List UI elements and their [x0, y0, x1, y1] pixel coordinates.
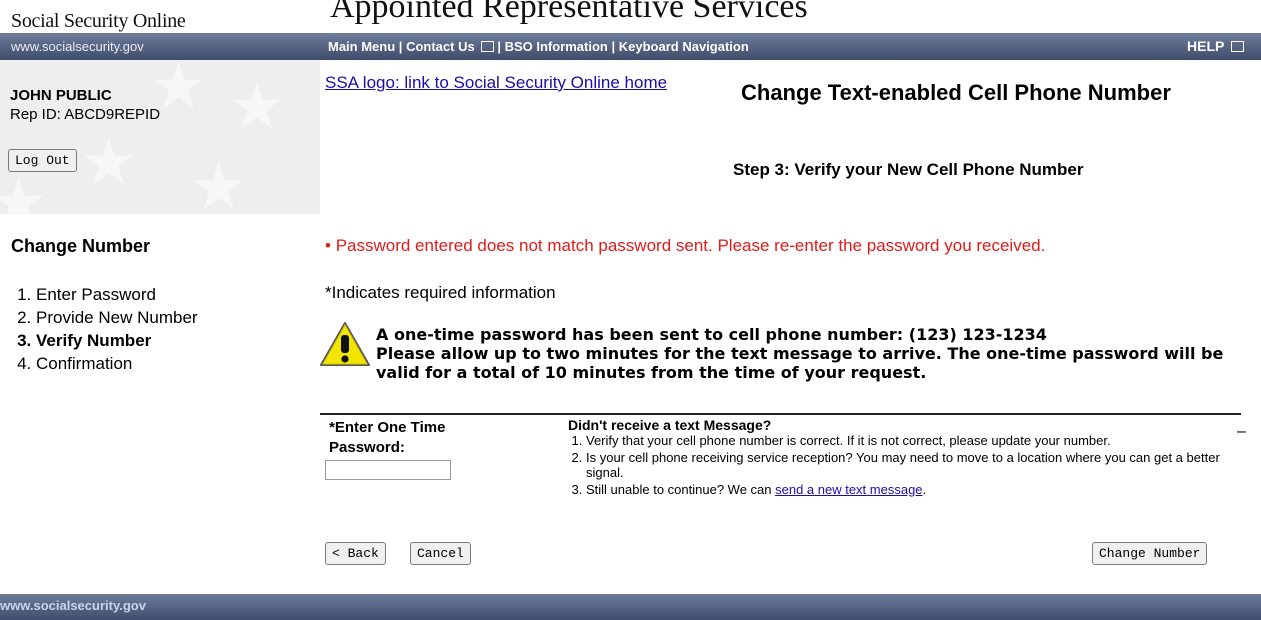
app-title: Appointed Representative Services	[330, 0, 808, 25]
nav-main-menu[interactable]: Main Menu	[328, 39, 395, 54]
required-note: *Indicates required information	[325, 283, 556, 302]
star-decoration-icon: ★	[228, 70, 286, 142]
help-item: Still unable to continue? We can send a …	[586, 482, 1226, 498]
otp-label-line-1: *Enter One Time	[329, 419, 446, 436]
otp-label-line-2: Password:	[329, 439, 405, 456]
otp-input[interactable]	[325, 460, 451, 480]
warning-icon	[320, 322, 370, 366]
external-link-icon	[1231, 41, 1244, 52]
error-message: • Password entered does not match passwo…	[325, 236, 1045, 256]
otp-label: *Enter One Time Password:	[329, 418, 445, 458]
star-decoration-icon: ★	[190, 151, 248, 214]
help-item: Is your cell phone receiving service rec…	[586, 450, 1226, 481]
rep-id: Rep ID: ABCD9REPID	[10, 106, 161, 123]
help-label: HELP	[1187, 38, 1225, 54]
site-url[interactable]: www.socialsecurity.gov	[11, 39, 144, 54]
ssa-logo-link[interactable]: SSA logo: link to Social Security Online…	[325, 73, 667, 93]
collapse-toggle[interactable]: –	[1237, 423, 1246, 441]
top-nav-bar: www.socialsecurity.gov Main Menu | Conta…	[0, 33, 1261, 60]
help-item-text: Still unable to continue? We can	[586, 481, 776, 497]
star-decoration-icon: ★	[80, 126, 138, 198]
step-item-enter-password: Enter Password	[36, 283, 198, 306]
help-item-suffix: .	[922, 481, 927, 497]
warning-line-1: A one-time password has been sent to cel…	[376, 325, 1047, 344]
step-title: Step 3: Verify your New Cell Phone Numbe…	[733, 160, 1084, 179]
user-name: JOHN PUBLIC	[10, 87, 112, 104]
warning-line-2: Please allow up to two minutes for the t…	[376, 344, 1224, 382]
footer-url[interactable]: www.socialsecurity.gov	[0, 598, 146, 613]
nav-separator: |	[611, 39, 616, 54]
change-number-button[interactable]: Change Number	[1092, 542, 1208, 565]
footer-bar: www.socialsecurity.gov	[0, 594, 1261, 620]
cancel-button[interactable]: Cancel	[410, 542, 471, 565]
back-button[interactable]: < Back	[325, 542, 386, 565]
form-divider	[320, 413, 1241, 415]
nav-separator: |	[497, 39, 501, 54]
bullet-icon: •	[325, 236, 336, 255]
logout-button[interactable]: Log Out	[8, 149, 77, 172]
help-item: Verify that your cell phone number is co…	[586, 433, 1226, 449]
nav-links: Main Menu | Contact Us | BSO Information…	[328, 39, 749, 54]
step-item-provide-new-number: Provide New Number	[36, 306, 198, 329]
site-name: Social Security Online	[11, 10, 186, 32]
step-item-confirmation: Confirmation	[36, 352, 198, 375]
nav-bso-information[interactable]: BSO Information	[505, 39, 608, 54]
help-heading: Didn't receive a text Message?	[568, 417, 772, 433]
help-list: Verify that your cell phone number is co…	[552, 433, 1226, 498]
send-new-text-link[interactable]: send a new text message	[775, 482, 922, 497]
user-panel: ★ ★ ★ ★ ★ JOHN PUBLIC Rep ID: ABCD9REPID…	[0, 60, 320, 214]
external-link-icon	[481, 41, 495, 52]
warning-message: A one-time password has been sent to cel…	[376, 325, 1246, 382]
nav-separator: |	[398, 39, 403, 54]
error-text: Password entered does not match password…	[335, 236, 1046, 255]
help-link[interactable]: HELP	[1187, 38, 1247, 54]
step-item-verify-number: Verify Number	[36, 329, 198, 352]
steps-list: Enter Password Provide New Number Verify…	[0, 283, 198, 375]
page-title: Change Text-enabled Cell Phone Number	[741, 80, 1171, 105]
star-decoration-icon: ★	[0, 166, 48, 214]
nav-contact-us[interactable]: Contact Us	[406, 39, 475, 54]
nav-keyboard-navigation[interactable]: Keyboard Navigation	[619, 39, 749, 54]
sidebar-heading: Change Number	[11, 236, 151, 256]
